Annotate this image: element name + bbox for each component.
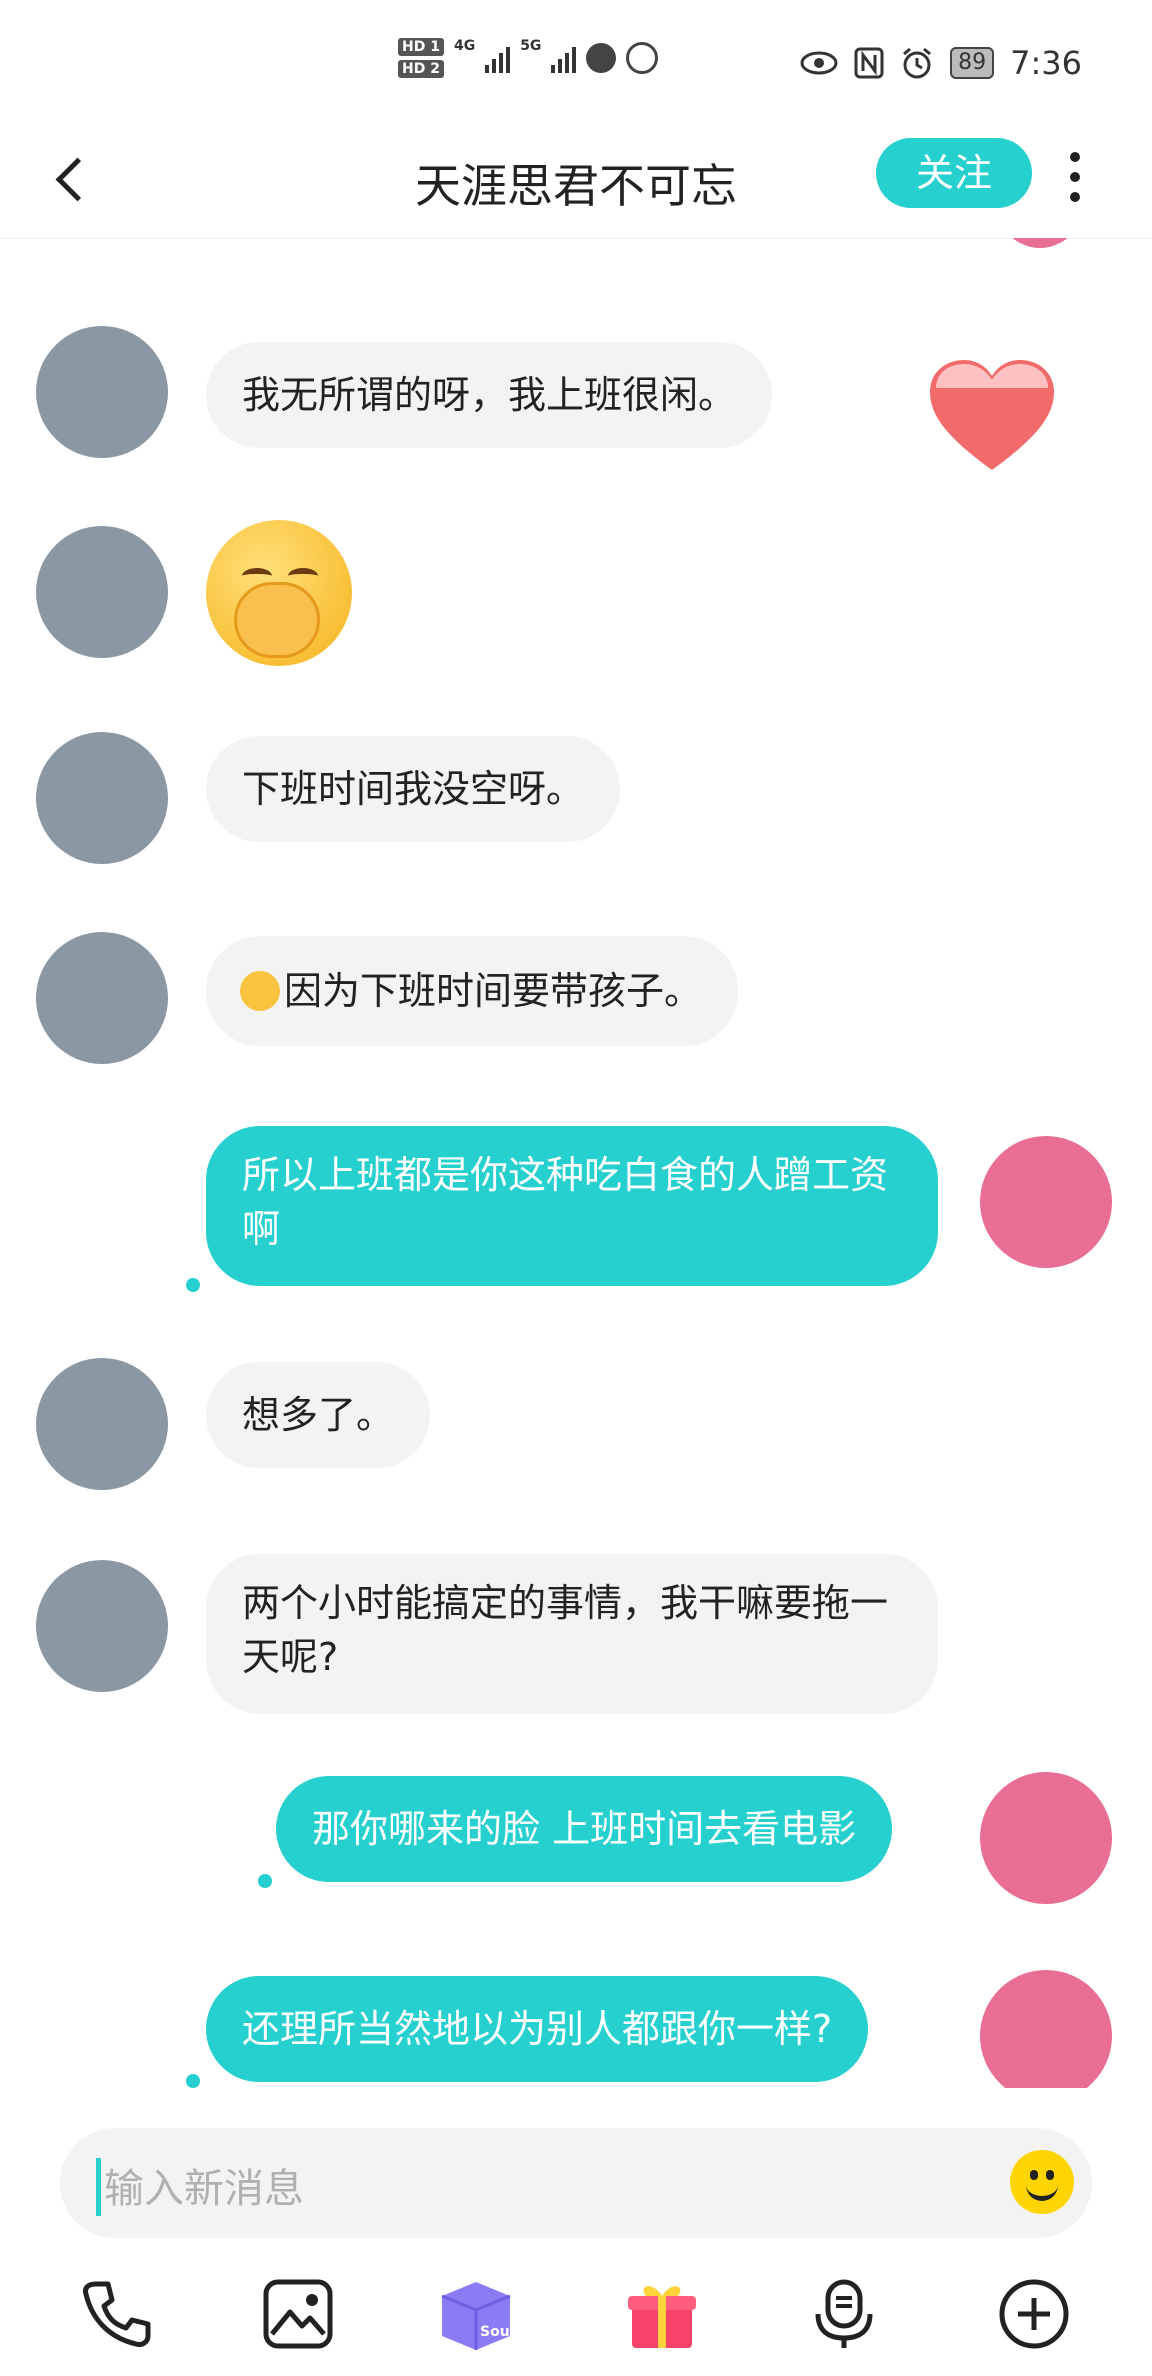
clock: 7:36	[1010, 44, 1082, 82]
message-bubble-outgoing[interactable]: 还理所当然地以为别人都跟你一样?	[206, 1976, 869, 2082]
message-bubble[interactable]: 两个小时能搞定的事情，我干嘛要拖一天呢?	[206, 1554, 938, 1714]
sent-indicator	[186, 2074, 200, 2088]
avatar[interactable]	[36, 526, 168, 658]
message-bubble[interactable]: 因为下班时间要带孩子。	[206, 936, 739, 1046]
nfc-icon	[854, 47, 884, 79]
avatar-partial	[990, 238, 1090, 248]
avatar[interactable]	[36, 326, 168, 458]
add-icon[interactable]	[994, 2274, 1074, 2354]
message-input[interactable]: 输入新消息	[60, 2128, 1092, 2238]
face-hand-over-mouth-emoji[interactable]	[206, 520, 352, 666]
sim1-badge: HD 1	[398, 38, 444, 56]
avatar-self[interactable]	[980, 1970, 1112, 2088]
image-icon[interactable]	[258, 2274, 338, 2354]
sent-indicator	[186, 1278, 200, 1292]
soul-box-icon[interactable]: Soul	[436, 2274, 516, 2354]
signal-icon	[485, 43, 511, 73]
sim-badges: HD 1 HD 2	[398, 38, 444, 78]
avatar-self[interactable]	[980, 1772, 1112, 1904]
status-left: HD 1 HD 2 4G 5G	[398, 38, 659, 78]
sim2-badge: HD 2	[398, 60, 444, 78]
follow-button[interactable]: 关注	[876, 138, 1032, 208]
status-right: 89 7:36	[800, 44, 1082, 82]
message-bubble-outgoing[interactable]: 所以上班都是你这种吃白食的人蹭工资啊	[206, 1126, 938, 1286]
avatar-self[interactable]	[980, 1136, 1112, 1268]
avatar[interactable]	[36, 1358, 168, 1490]
eye-icon	[800, 51, 838, 75]
network-4g-label: 4G	[453, 38, 476, 54]
emoji-picker-icon[interactable]	[1010, 2150, 1074, 2214]
audio-icon	[586, 43, 617, 73]
bottom-toolbar: Soul	[0, 2260, 1152, 2370]
status-bar: HD 1 HD 2 4G 5G 89 7:36	[0, 0, 1152, 130]
message-bubble[interactable]: 想多了。	[206, 1362, 431, 1468]
message-bubble-outgoing[interactable]: 那你哪来的脸 上班时间去看电影	[276, 1776, 893, 1882]
hand-icon	[626, 42, 659, 74]
avatar[interactable]	[36, 732, 168, 864]
battery-indicator: 89	[950, 47, 995, 79]
chat-header: 天涯思君不可忘 关注	[0, 130, 1152, 239]
voice-icon[interactable]	[804, 2274, 884, 2354]
message-bubble[interactable]: 下班时间我没空呀。	[206, 736, 621, 842]
avatar[interactable]	[36, 932, 168, 1064]
sent-indicator	[258, 1874, 272, 1888]
message-text: 因为下班时间要带孩子。	[284, 969, 703, 1013]
more-options-icon[interactable]	[1060, 148, 1090, 208]
message-bubble[interactable]: 我无所谓的呀，我上班很闲。	[206, 342, 773, 448]
message-list[interactable]: 我无所谓的呀，我上班很闲。 下班时间我没空呀。 因为下班时间要带孩子。 所以上班…	[0, 238, 1152, 2088]
phone-icon[interactable]	[76, 2274, 156, 2354]
soul-label: Soul	[480, 2324, 514, 2340]
avatar[interactable]	[36, 1560, 168, 1692]
alarm-icon	[903, 47, 932, 79]
network-5g-label: 5G	[520, 38, 542, 54]
signal-icon-2	[551, 43, 577, 73]
input-placeholder: 输入新消息	[104, 2166, 304, 2212]
gift-icon[interactable]	[622, 2274, 702, 2354]
text-cursor	[96, 2158, 101, 2216]
heart-icon	[930, 360, 1054, 470]
crying-face-icon	[240, 971, 280, 1011]
